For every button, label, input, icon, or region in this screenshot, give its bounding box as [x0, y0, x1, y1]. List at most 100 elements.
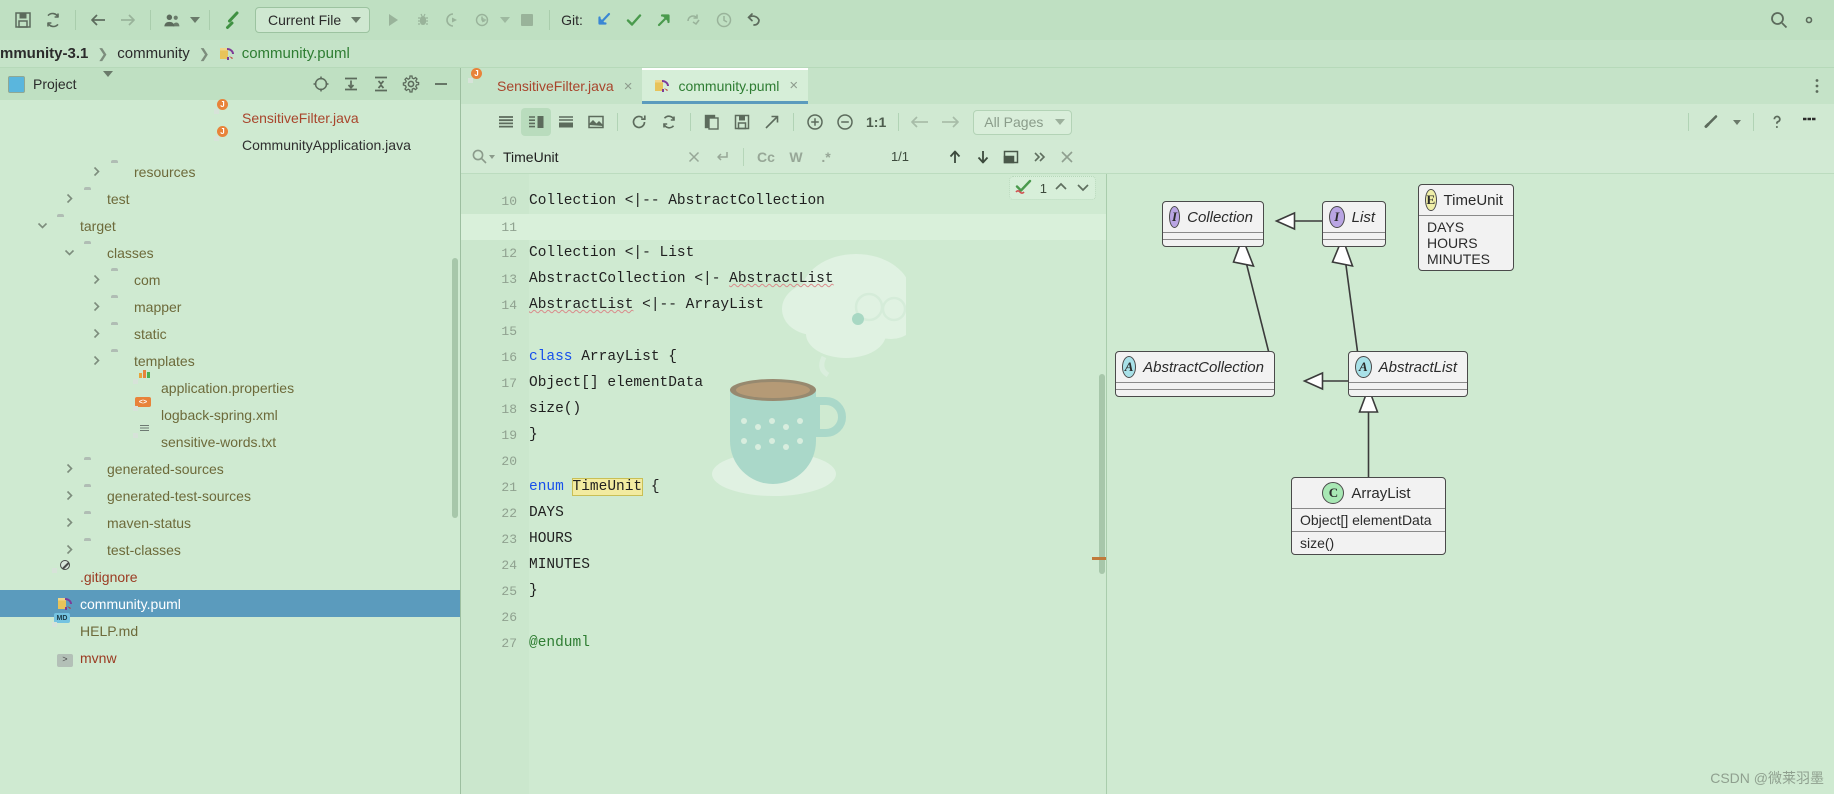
chevron-right-icon[interactable] — [89, 300, 103, 314]
code-line[interactable]: 20 — [461, 448, 1106, 474]
code-line[interactable]: 12 Collection <|- List — [461, 240, 1106, 266]
wrench-settings-icon[interactable] — [1697, 108, 1727, 136]
settings-gear-icon[interactable] — [1794, 5, 1824, 35]
arrow-right-icon[interactable] — [935, 108, 965, 136]
chevron-down-icon[interactable] — [35, 219, 49, 233]
chevron-double-right-icon[interactable] — [1026, 144, 1052, 170]
tree-item-logback-spring-xml[interactable]: <> logback-spring.xml — [0, 397, 460, 428]
hide-minimize-icon[interactable] — [426, 69, 456, 99]
zoom-out-icon[interactable] — [830, 108, 860, 136]
tree-item-maven-status[interactable]: maven-status — [0, 509, 460, 536]
close-icon[interactable]: × — [624, 78, 633, 95]
tree-item-gitignore[interactable]: .gitignore — [0, 560, 460, 590]
tree-item-sensitivefilter-java[interactable]: J SensitiveFilter.java — [0, 99, 460, 131]
arrow-left-icon[interactable] — [905, 108, 935, 136]
tree-item-target[interactable]: target — [0, 212, 460, 239]
match-case-toggle[interactable]: Cc — [752, 149, 780, 165]
locate-target-icon[interactable] — [306, 69, 336, 99]
editor-and-preview-icon[interactable] — [521, 108, 551, 136]
save-diagram-icon[interactable] — [727, 108, 757, 136]
tree-item-communityapplication-java[interactable]: J CommunityApplication.java — [0, 126, 460, 158]
open-in-panel-icon[interactable] — [998, 144, 1024, 170]
editor-tabs-more[interactable] — [1808, 68, 1826, 104]
whole-words-toggle[interactable]: W — [782, 149, 810, 165]
save-icon[interactable] — [8, 5, 38, 35]
preview-only-icon[interactable] — [581, 108, 611, 136]
tree-item-resources[interactable]: resources — [0, 158, 460, 185]
chevron-right-icon[interactable] — [89, 354, 103, 368]
fetch-icon[interactable] — [679, 5, 709, 35]
tree-item-templates[interactable]: templates — [0, 347, 460, 374]
forward-arrow-icon[interactable] — [113, 5, 143, 35]
editor-only-icon[interactable] — [491, 108, 521, 136]
code-line[interactable]: 27 @enduml — [461, 630, 1106, 656]
new-line-icon[interactable] — [709, 144, 735, 170]
commit-checkmark-icon[interactable] — [619, 5, 649, 35]
chevron-down-icon[interactable] — [498, 5, 512, 35]
debug-icon[interactable] — [408, 5, 438, 35]
code-line[interactable]: 15 — [461, 318, 1106, 344]
search-input[interactable]: TimeUnit — [471, 148, 681, 165]
sync-icon[interactable] — [38, 5, 68, 35]
code-line[interactable]: 23 HOURS — [461, 526, 1106, 552]
code-line[interactable]: 17 Object[] elementData — [461, 370, 1106, 396]
breadcrumb-item-module[interactable]: community — [117, 45, 190, 62]
magnifier-dropdown-icon[interactable] — [471, 148, 495, 165]
chevron-down-icon[interactable] — [188, 5, 202, 35]
code-editor[interactable]: 10 Collection <|-- AbstractCollection 11 12… — [461, 174, 1106, 794]
chevron-down-icon[interactable] — [1729, 108, 1745, 136]
history-clock-icon[interactable] — [709, 5, 739, 35]
profiler-icon[interactable] — [468, 5, 498, 35]
editor-error-stripe-mark[interactable] — [1092, 557, 1106, 560]
zoom-reset-button[interactable]: 1:1 — [860, 114, 892, 130]
rollback-icon[interactable] — [739, 5, 769, 35]
run-icon[interactable] — [378, 5, 408, 35]
uml-node-abstractlist[interactable]: A AbstractList — [1348, 351, 1468, 397]
code-line[interactable]: 16 class ArrayList { — [461, 344, 1106, 370]
tab-sensitivefilter-java[interactable]: J SensitiveFilter.java × — [461, 67, 642, 104]
inspection-widget[interactable]: 1 — [1008, 176, 1096, 200]
code-line[interactable]: 24 MINUTES — [461, 552, 1106, 578]
code-line[interactable]: 19} — [461, 422, 1106, 448]
tab-community-puml[interactable]: community.puml × — [642, 68, 809, 104]
code-line[interactable]: 26 — [461, 604, 1106, 630]
uml-node-abstractcollection[interactable]: A AbstractCollection — [1115, 351, 1275, 397]
chevron-right-icon[interactable] — [89, 327, 103, 341]
update-project-icon[interactable] — [589, 5, 619, 35]
tree-item-test-classes[interactable]: test-classes — [0, 536, 460, 563]
open-external-icon[interactable] — [757, 108, 787, 136]
push-arrow-icon[interactable] — [649, 5, 679, 35]
uml-node-list[interactable]: I List — [1322, 201, 1386, 247]
code-line[interactable]: 14 AbstractList <|-- ArrayList — [461, 292, 1106, 318]
code-line[interactable]: 21 enum TimeUnit { — [461, 474, 1106, 500]
run-with-coverage-icon[interactable] — [438, 5, 468, 35]
chevron-down-icon[interactable] — [1075, 180, 1091, 197]
tree-item-com[interactable]: com — [0, 266, 460, 293]
breadcrumb-item-file[interactable]: community.puml — [219, 45, 350, 62]
refresh-icon[interactable] — [624, 108, 654, 136]
tree-item-application-properties[interactable]: application.properties — [0, 370, 460, 401]
tree-item-sensitive-words-txt[interactable]: sensitive-words.txt — [0, 425, 460, 455]
stop-icon[interactable] — [512, 5, 542, 35]
user-group-icon[interactable] — [158, 5, 188, 35]
tree-item-generated-test-sources[interactable]: generated-test-sources — [0, 482, 460, 509]
chevron-right-icon[interactable] — [62, 489, 76, 503]
collapse-all-icon[interactable] — [366, 69, 396, 99]
copy-icon[interactable] — [697, 108, 727, 136]
puml-diagram-preview[interactable]: I Collection I List A AbstractCollection… — [1107, 174, 1834, 794]
code-line[interactable]: 13 AbstractCollection <|- AbstractList — [461, 266, 1106, 292]
reload-diagram-icon[interactable] — [654, 108, 684, 136]
preview-horizontal-icon[interactable] — [551, 108, 581, 136]
close-icon[interactable]: × — [789, 77, 798, 94]
tree-item-mapper[interactable]: mapper — [0, 293, 460, 320]
uml-node-arraylist[interactable]: C ArrayList Object[] elementData size() — [1291, 477, 1446, 555]
more-dashes-icon[interactable] — [1794, 108, 1824, 136]
arrow-up-icon[interactable] — [942, 144, 968, 170]
close-icon[interactable] — [681, 144, 707, 170]
back-arrow-icon[interactable] — [83, 5, 113, 35]
chevron-down-icon[interactable] — [62, 246, 76, 260]
tree-item-generated-sources[interactable]: generated-sources — [0, 455, 460, 482]
pages-select[interactable]: All Pages — [973, 109, 1073, 135]
chevron-down-icon[interactable] — [102, 70, 113, 92]
chevron-right-icon[interactable] — [62, 516, 76, 530]
